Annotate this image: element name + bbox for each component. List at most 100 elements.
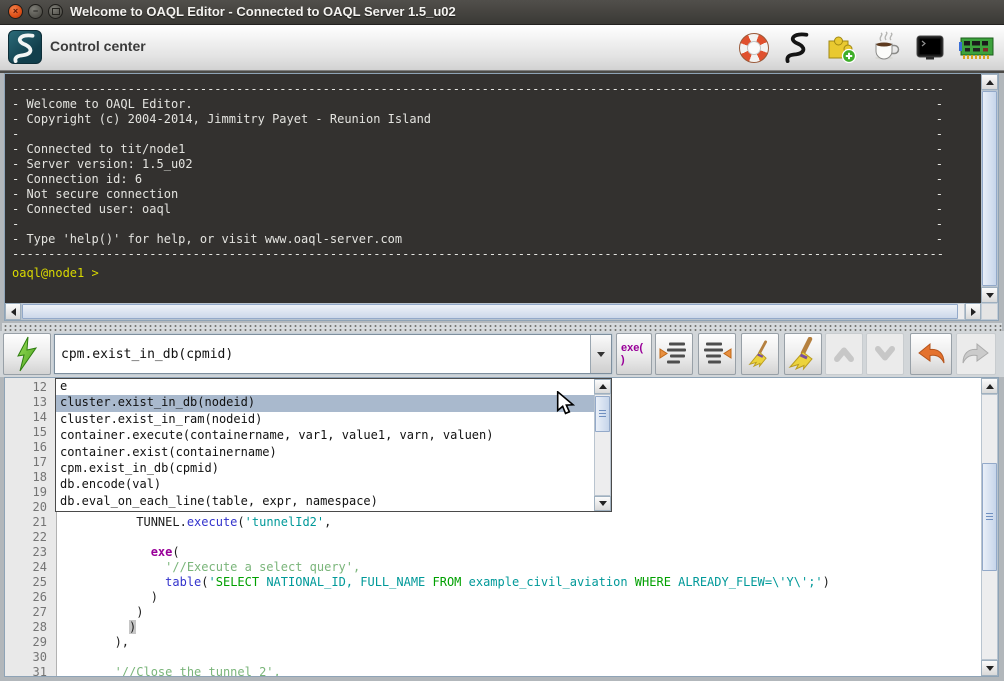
close-button[interactable]: × xyxy=(8,4,23,19)
autocomplete-item[interactable]: e xyxy=(56,379,594,395)
terminal-line: ----------------------------------------… xyxy=(12,82,943,97)
scroll-right-arrow-icon[interactable] xyxy=(965,303,981,320)
code-line: exe( xyxy=(64,545,981,560)
terminal-prompt: oaql@node1 > xyxy=(12,266,981,281)
redo-button[interactable] xyxy=(956,333,996,375)
code-line: ), xyxy=(64,635,981,650)
toolbar-title: Control center xyxy=(50,38,146,54)
line-number: 25 xyxy=(5,575,56,590)
editor-vscroll-track[interactable] xyxy=(981,394,998,660)
code-line: TUNNEL.execute('tunnelId2', xyxy=(64,515,981,530)
combobox-dropdown-button[interactable] xyxy=(590,335,611,373)
command-input[interactable] xyxy=(55,335,590,373)
run-button[interactable] xyxy=(3,333,51,375)
terminal-vscroll-track[interactable] xyxy=(981,90,998,287)
terminal-line: - Connected to tit/node1- xyxy=(12,142,943,157)
code-line: table('SELECT NATIONAL_ID, FULL_NAME FRO… xyxy=(64,575,981,590)
window-controls: × − xyxy=(8,4,63,19)
terminal-line: - Type 'help()' for help, or visit www.o… xyxy=(12,232,943,247)
scroll-up-arrow-icon[interactable] xyxy=(981,74,998,90)
line-number: 26 xyxy=(5,590,56,605)
help-button[interactable] xyxy=(737,31,771,65)
terminal-line: - Not secure connection- xyxy=(12,187,943,202)
terminal-vertical-scrollbar[interactable] xyxy=(981,74,998,303)
maximize-button[interactable] xyxy=(48,4,63,19)
terminal-line: -- xyxy=(12,217,943,232)
broom-small-icon xyxy=(745,339,775,369)
move-down-button[interactable] xyxy=(866,333,904,375)
lifebuoy-icon xyxy=(739,33,769,63)
snake-button[interactable] xyxy=(780,31,814,65)
dropdown-scrollbar[interactable] xyxy=(594,379,611,511)
autocomplete-item[interactable]: container.exist(containername) xyxy=(56,445,594,461)
exe-label-bottom: ) xyxy=(621,354,625,366)
window-title: Welcome to OAQL Editor - Connected to OA… xyxy=(70,4,456,19)
terminal-hscroll-track[interactable] xyxy=(21,303,965,320)
scroll-down-arrow-icon[interactable] xyxy=(981,287,998,303)
code-line: ) xyxy=(64,620,981,635)
lightning-icon xyxy=(15,336,39,372)
splitter-handle[interactable] xyxy=(2,323,1002,331)
format-right-icon xyxy=(702,341,732,367)
terminal-line: - Copyright (c) 2004-2014, Jimmitry Paye… xyxy=(12,112,943,127)
line-number: 17 xyxy=(5,455,56,470)
code-line: ) xyxy=(64,605,981,620)
chevron-up-icon xyxy=(830,341,858,367)
puzzle-plus-icon xyxy=(825,31,857,63)
autocomplete-list: ecluster.exist_in_db(nodeid)cluster.exis… xyxy=(56,379,594,511)
undo-button[interactable] xyxy=(910,333,952,375)
dropdown-scroll-track[interactable] xyxy=(594,394,611,496)
format-left-icon xyxy=(659,341,689,367)
scrollbar-corner xyxy=(981,303,998,320)
editor-vertical-scrollbar[interactable] xyxy=(981,378,998,676)
hardware-button[interactable] xyxy=(958,31,996,65)
clean-all-button[interactable] xyxy=(784,333,822,375)
move-up-button[interactable] xyxy=(825,333,863,375)
format-indent-right-button[interactable] xyxy=(698,333,736,375)
scroll-down-arrow-icon[interactable] xyxy=(594,496,611,511)
memory-module-icon xyxy=(958,31,996,63)
terminal-line: -- xyxy=(12,127,943,142)
line-number: 21 xyxy=(5,515,56,530)
scroll-left-arrow-icon[interactable] xyxy=(5,303,21,320)
line-number: 15 xyxy=(5,425,56,440)
line-number: 27 xyxy=(5,605,56,620)
clean-button[interactable] xyxy=(741,333,779,375)
scroll-down-arrow-icon[interactable] xyxy=(981,660,998,676)
terminal-horizontal-scrollbar[interactable] xyxy=(5,303,981,320)
autocomplete-item[interactable]: db.encode(val) xyxy=(56,477,594,493)
autocomplete-item[interactable]: db.eval_on_each_line(table, expr, namesp… xyxy=(56,494,594,510)
java-console-button[interactable] xyxy=(868,31,902,65)
autocomplete-item[interactable]: cluster.exist_in_db(nodeid) xyxy=(56,395,594,411)
terminal-view[interactable]: ----------------------------------------… xyxy=(5,74,981,303)
toolbar: Control center xyxy=(0,25,1004,71)
code-line xyxy=(64,650,981,665)
minimize-button[interactable]: − xyxy=(28,4,43,19)
scroll-up-arrow-icon[interactable] xyxy=(594,379,611,394)
line-number: 13 xyxy=(5,395,56,410)
terminal-panel: ----------------------------------------… xyxy=(4,73,999,321)
terminal-button[interactable] xyxy=(913,31,947,65)
terminal-output: ----------------------------------------… xyxy=(5,74,981,281)
line-number: 19 xyxy=(5,485,56,500)
screen-icon xyxy=(914,31,946,63)
line-number: 20 xyxy=(5,500,56,515)
window-bottom-edge xyxy=(0,677,1004,681)
terminal-line: - Connected user: oaql- xyxy=(12,202,943,217)
autocomplete-item[interactable]: cpm.exist_in_db(cpmid) xyxy=(56,461,594,477)
code-line: ) xyxy=(64,590,981,605)
autocomplete-item[interactable]: container.execute(containername, var1, v… xyxy=(56,428,594,444)
line-number: 22 xyxy=(5,530,56,545)
add-plugin-button[interactable] xyxy=(824,31,858,65)
format-indent-left-button[interactable] xyxy=(655,333,693,375)
broom-large-icon xyxy=(786,337,820,371)
line-number: 18 xyxy=(5,470,56,485)
exe-template-button[interactable]: exe( ) xyxy=(616,333,652,375)
terminal-line: ----------------------------------------… xyxy=(12,247,943,262)
scroll-up-arrow-icon[interactable] xyxy=(981,378,998,394)
autocomplete-item[interactable]: cluster.exist_in_ram(nodeid) xyxy=(56,412,594,428)
code-line: '//Execute a select query', xyxy=(64,560,981,575)
snake-icon xyxy=(781,31,813,63)
undo-arrow-icon xyxy=(916,341,946,367)
command-combobox xyxy=(54,334,612,374)
